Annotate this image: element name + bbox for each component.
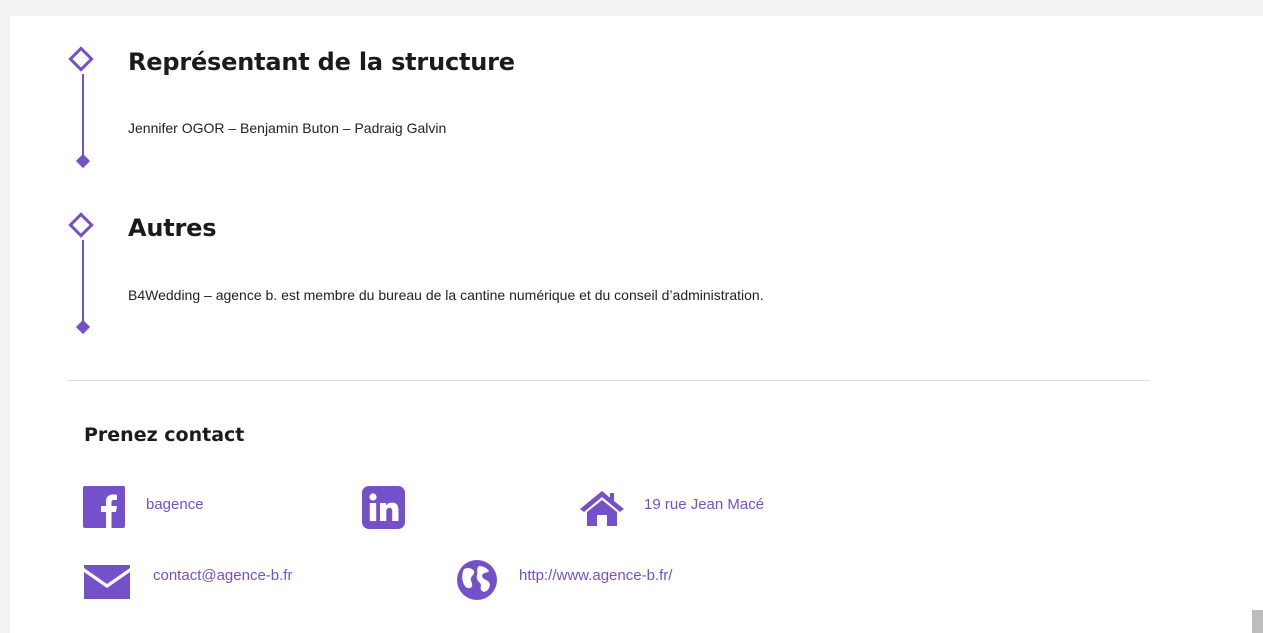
globe-icon bbox=[457, 560, 497, 600]
section-text: B4Wedding – agence b. est membre du bure… bbox=[128, 287, 764, 303]
linkedin-icon bbox=[362, 486, 405, 529]
divider bbox=[67, 380, 1150, 381]
facebook-label: bagence bbox=[146, 496, 204, 513]
section-autres: Autres B4Wedding – agence b. est membre … bbox=[10, 16, 1110, 356]
envelope-icon bbox=[84, 565, 130, 599]
timeline-end-icon bbox=[75, 319, 91, 335]
section-title: Autres bbox=[128, 214, 217, 242]
email-label: contact@agence-b.fr bbox=[153, 567, 293, 584]
timeline-marker bbox=[68, 212, 98, 342]
linkedin-link[interactable] bbox=[362, 486, 406, 530]
email-link[interactable]: contact@agence-b.fr bbox=[83, 562, 323, 606]
scrollbar-thumb[interactable] bbox=[1252, 610, 1263, 633]
timeline-diamond-icon bbox=[68, 212, 94, 238]
content-card: Représentant de la structure Jennifer OG… bbox=[10, 16, 1263, 633]
website-label: http://www.agence-b.fr/ bbox=[519, 567, 673, 584]
timeline-line bbox=[82, 240, 84, 324]
address-label: 19 rue Jean Macé bbox=[644, 496, 765, 513]
facebook-icon bbox=[83, 486, 125, 528]
address-link[interactable]: 19 rue Jean Macé bbox=[578, 486, 798, 530]
facebook-link[interactable]: bagence bbox=[83, 486, 243, 530]
contact-title: Prenez contact bbox=[84, 424, 245, 446]
home-icon bbox=[580, 491, 624, 526]
website-link[interactable]: http://www.agence-b.fr/ bbox=[456, 558, 716, 604]
